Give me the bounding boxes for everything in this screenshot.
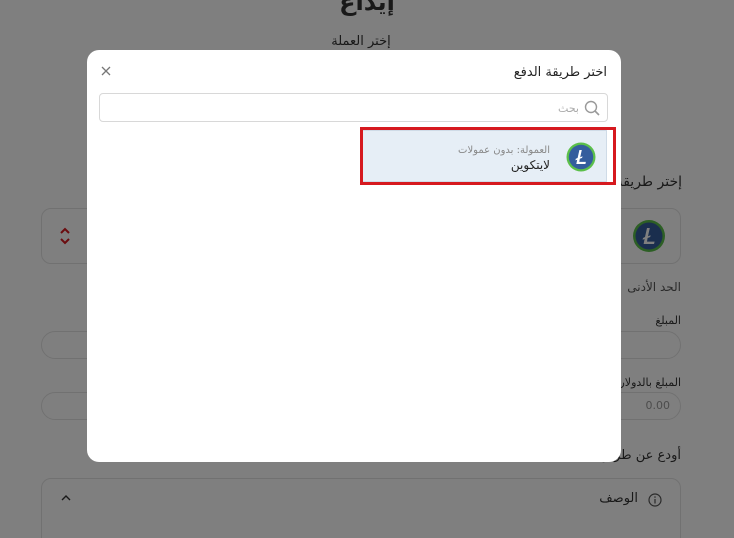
modal-title: اختر طريقة الدفع: [513, 65, 607, 80]
payment-method-modal: اختر طريقة الدفع العمولة: بدون عمولات لا…: [87, 50, 621, 462]
litecoin-icon: [566, 142, 596, 172]
search-input[interactable]: [119, 98, 579, 118]
search-box: [99, 93, 608, 122]
option-name: لايتكوين: [510, 158, 550, 172]
close-icon[interactable]: [99, 64, 113, 78]
option-fee: العمولة: بدون عمولات: [458, 145, 550, 156]
payment-option-litecoin[interactable]: العمولة: بدون عمولات لايتكوين: [361, 130, 607, 182]
search-icon: [584, 100, 600, 116]
